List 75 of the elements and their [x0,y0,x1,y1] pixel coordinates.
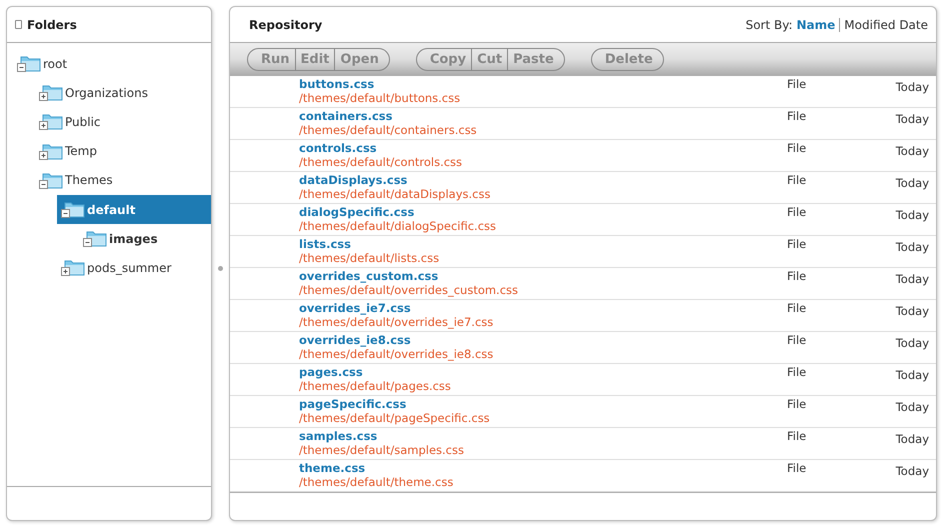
file-name-link[interactable]: pageSpecific.css [299,397,787,411]
folder-icon [61,259,85,276]
folder-icon [17,55,41,72]
file-name-link[interactable]: overrides_ie8.css [299,333,787,347]
file-date: Today [894,79,930,96]
file-date: Today [894,111,930,128]
file-date: Today [894,463,930,480]
file-path: /themes/default/overrides_ie7.css [299,315,494,329]
file-type: File [787,269,808,285]
sort-option[interactable]: Name [796,18,836,32]
folder-icon [83,230,107,248]
file-date: Today [894,271,930,288]
file-path: /themes/default/overrides_ie8.css [299,347,494,361]
file-date: Today [894,143,930,160]
file-name-link[interactable]: pages.css [299,365,787,379]
file-name-link[interactable]: overrides_ie7.css [299,301,787,315]
file-name-link[interactable]: theme.css [299,461,787,475]
file-path: /themes/default/buttons.css [299,91,462,105]
file-date: Today [894,335,930,352]
tree-item[interactable]: Organizations [35,78,211,108]
file-type: File [787,173,808,189]
tree-item[interactable]: pods_summer [57,253,211,282]
file-path: /themes/default/theme.css [299,475,454,489]
file-name-link[interactable]: overrides_custom.css [299,269,787,283]
folder-icon [39,84,63,102]
file-date: Today [894,431,930,448]
file-type: File [787,237,808,253]
file-type: File [787,205,808,221]
file-date: Today [894,207,930,224]
file-path: /themes/default/pages.css [299,379,452,393]
file-name-link[interactable]: containers.css [299,109,787,123]
file-path: /themes/default/controls.css [299,155,464,169]
file-name-link[interactable]: dialogSpecific.css [299,205,787,219]
file-name-link[interactable]: dataDisplays.css [299,173,787,187]
tree-item[interactable]: Temp [35,136,211,166]
file-type: File [787,365,808,381]
file-name-link[interactable]: lists.css [299,237,787,251]
file-path: /themes/default/pageSpecific.css [299,411,491,425]
file-type: File [787,429,808,445]
tree-item[interactable]: default [57,195,211,224]
file-path: /themes/default/overrides_custom.css [299,283,520,297]
file-type: File [787,333,808,349]
sort-option[interactable]: Modified Date [844,18,928,32]
tree-item[interactable]: images [79,224,211,254]
splitter-handle[interactable] [218,266,223,271]
sort-label: Sort By: [746,18,792,32]
file-date: Today [894,367,930,384]
file-date: Today [894,239,930,256]
file-path: /themes/default/samples.css [299,443,465,457]
file-name-link[interactable]: samples.css [299,429,787,443]
folder-icon [61,201,85,218]
file-type: File [787,109,808,125]
folder-icon [39,142,63,160]
file-path: /themes/default/containers.css [299,123,478,137]
file-type: File [787,461,808,477]
tree-item[interactable]: Public [35,107,211,136]
file-type: File [787,301,808,317]
file-type: File [787,77,808,93]
tree-item[interactable]: Themes [35,166,211,195]
file-date: Today [894,175,930,192]
tree-item[interactable]: root [13,49,211,78]
file-date: Today [894,303,930,320]
file-name-link[interactable]: buttons.css [299,77,787,91]
file-path: /themes/default/dataDisplays.css [299,187,492,201]
panel-title: Repository [249,18,322,32]
file-path: /themes/default/lists.css [299,251,440,265]
file-date: Today [894,399,930,416]
file-name-link[interactable]: controls.css [299,141,787,155]
folder-icon [39,113,63,130]
file-path: /themes/default/dialogSpecific.css [299,219,498,233]
file-type: File [787,141,808,157]
folder-icon [39,172,63,189]
panel-toggle-icon[interactable] [15,20,22,29]
panel-title: Folders [27,18,77,32]
file-type: File [787,397,808,413]
